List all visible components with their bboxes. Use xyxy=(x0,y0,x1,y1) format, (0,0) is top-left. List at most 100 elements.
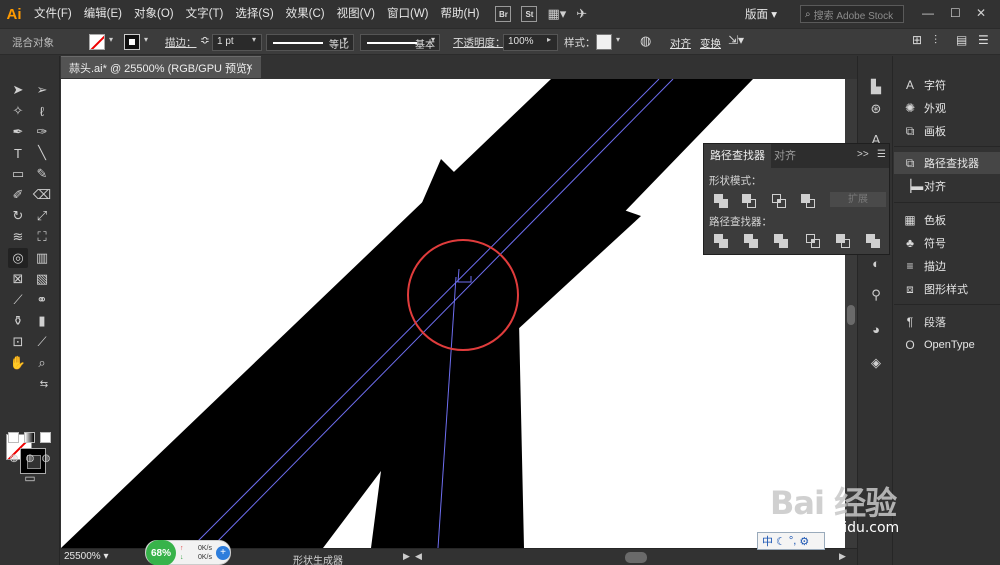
stroke-stepper-icon[interactable]: ≎ xyxy=(200,33,210,47)
layers-icon[interactable]: ◈ xyxy=(867,354,885,372)
collapse-panel-icon[interactable]: >> xyxy=(857,149,869,160)
panel-artboards[interactable]: ⧉ 画板 xyxy=(894,120,1000,142)
pen-tool-icon[interactable]: ✒ xyxy=(8,122,28,142)
expand-button[interactable]: 扩展 xyxy=(830,192,886,207)
brush-dropdown-icon[interactable]: ▾ xyxy=(431,35,435,44)
fill-swatch[interactable] xyxy=(89,34,105,50)
width-tool-icon[interactable]: ≋ xyxy=(8,227,28,247)
stroke-swatch[interactable] xyxy=(124,34,140,50)
profile-dropdown-icon[interactable]: ▾ xyxy=(343,35,347,44)
paintbrush-tool-icon[interactable]: ✎ xyxy=(32,164,52,184)
gradient-mode-icon[interactable] xyxy=(24,432,35,443)
divide-icon[interactable] xyxy=(714,234,728,248)
stroke-weight-dropdown-icon[interactable]: ▾ xyxy=(252,35,256,44)
curvature-tool-icon[interactable]: ✑ xyxy=(32,122,52,142)
menu-help[interactable]: 帮助(H) xyxy=(435,0,486,28)
free-transform-tool-icon[interactable]: ⛶ xyxy=(32,227,52,247)
menu-edit[interactable]: 编辑(E) xyxy=(78,0,128,28)
zoom-level-field[interactable]: 25500% ▾ xyxy=(64,551,109,562)
gradient-tool-icon[interactable]: ▧ xyxy=(32,269,52,289)
menu-file[interactable]: 文件(F) xyxy=(28,0,78,28)
type-tool-icon[interactable]: T xyxy=(8,143,28,163)
column-graph-tool-icon[interactable]: ▮ xyxy=(32,311,52,331)
horizontal-scroll-thumb[interactable] xyxy=(625,552,647,563)
accelerate-button[interactable]: + xyxy=(216,546,230,560)
color-mode-icon[interactable] xyxy=(8,432,19,443)
lasso-tool-icon[interactable]: ℓ xyxy=(32,101,52,121)
puppet-warp-icon[interactable]: ⚲ xyxy=(867,286,885,304)
maximize-button[interactable]: ☐ xyxy=(950,6,961,20)
transform-link[interactable]: 变换 xyxy=(700,36,721,51)
outline-icon[interactable] xyxy=(836,234,850,248)
close-window-button[interactable]: ✕ xyxy=(976,6,986,20)
arrange-icon[interactable]: ⊞ xyxy=(912,33,922,47)
draw-inside-icon[interactable]: ◍ xyxy=(36,448,56,468)
menu-object[interactable]: 对象(O) xyxy=(128,0,180,28)
style-dropdown-icon[interactable]: ▾ xyxy=(616,35,620,44)
stroke-label[interactable]: 描边： xyxy=(165,35,197,50)
menu-select[interactable]: 选择(S) xyxy=(229,0,279,28)
document-tab[interactable]: 蒜头.ai* @ 25500% (RGB/GPU 预览) × xyxy=(61,56,261,78)
color-palette-icon[interactable]: ◕ xyxy=(867,320,885,338)
zoom-tool-icon[interactable]: ⌕ xyxy=(32,353,52,373)
quick-actions-icon[interactable]: ▤ xyxy=(956,33,967,47)
color-guide-icon[interactable]: ◐ xyxy=(867,254,885,272)
panel-appearance[interactable]: ✺ 外观 xyxy=(894,97,1000,119)
eraser-tool-icon[interactable]: ⌫ xyxy=(32,185,52,205)
panel-opentype[interactable]: O OpenType xyxy=(894,334,1000,356)
panel-swatches[interactable]: ▦ 色板 xyxy=(894,209,1000,231)
slice-tool-icon[interactable]: ⟋ xyxy=(32,332,52,352)
panel-menu-icon[interactable]: ☰ xyxy=(978,33,989,47)
menu-type[interactable]: 文字(T) xyxy=(180,0,230,28)
symbol-sprayer-tool-icon[interactable]: ⚱ xyxy=(8,311,28,331)
workspace-switcher[interactable]: 版面 ▾ xyxy=(745,6,777,22)
scale-tool-icon[interactable]: ⤢ xyxy=(32,206,52,226)
hand-tool-icon[interactable]: ✋ xyxy=(8,353,28,373)
fill-dropdown-icon[interactable]: ▾ xyxy=(109,35,113,44)
gpu-performance-icon[interactable]: ✈ xyxy=(576,6,587,22)
panel-graphic-styles[interactable]: ⧈ 图形样式 xyxy=(894,278,1000,300)
line-segment-tool-icon[interactable]: ╲ xyxy=(32,143,52,163)
navigator-icon[interactable]: ⊛ xyxy=(867,100,885,118)
minimize-button[interactable]: — xyxy=(922,6,934,20)
unite-icon[interactable] xyxy=(714,194,728,208)
stock-button[interactable]: St xyxy=(521,6,538,22)
graphic-style-swatch[interactable] xyxy=(596,34,612,50)
align-link[interactable]: 对齐 xyxy=(670,36,691,51)
stroke-dropdown-icon[interactable]: ▾ xyxy=(144,35,148,44)
panel-stroke[interactable]: ≡ 描边 xyxy=(894,255,1000,277)
menu-window[interactable]: 窗口(W) xyxy=(381,0,435,28)
crop-icon[interactable] xyxy=(806,234,820,248)
moon-icon[interactable]: ☾ xyxy=(776,535,786,548)
ime-mode[interactable]: 中 xyxy=(762,533,773,549)
artboard-tool-icon[interactable]: ⊡ xyxy=(8,332,28,352)
screen-mode-icon[interactable]: ▭ xyxy=(20,468,40,488)
shaper-tool-icon[interactable]: ✐ xyxy=(8,185,28,205)
punctuation-icon[interactable]: °, xyxy=(789,535,796,547)
menu-view[interactable]: 视图(V) xyxy=(331,0,381,28)
tab-align[interactable]: 对齐 xyxy=(768,144,802,168)
isolate-icon[interactable]: ⇲▾ xyxy=(728,33,744,47)
close-tab-icon[interactable]: × xyxy=(246,60,253,74)
vertical-scroll-thumb[interactable] xyxy=(847,305,855,325)
eyedropper-tool-icon[interactable]: ⟋ xyxy=(8,290,28,310)
minus-front-icon[interactable] xyxy=(742,194,756,208)
variable-width-profile[interactable]: 等比 xyxy=(266,34,354,51)
swap-fill-stroke-icon[interactable]: ⇆ xyxy=(38,378,50,390)
magic-wand-tool-icon[interactable]: ✧ xyxy=(8,101,28,121)
shape-builder-tool-icon[interactable]: ◎ xyxy=(8,248,28,268)
merge-icon[interactable] xyxy=(774,234,788,248)
recolor-artwork-icon[interactable]: ◍ xyxy=(640,33,651,49)
direct-selection-tool-icon[interactable]: ➢ xyxy=(32,80,52,100)
rectangle-tool-icon[interactable]: ▭ xyxy=(8,164,28,184)
trim-icon[interactable] xyxy=(744,234,758,248)
menu-effect[interactable]: 效果(C) xyxy=(280,0,331,28)
properties-icon[interactable]: ▙ xyxy=(867,78,885,96)
minus-back-icon[interactable] xyxy=(866,234,880,248)
distribute-icon[interactable]: ⫶ xyxy=(934,33,937,48)
scroll-left-icon[interactable]: ◀ xyxy=(415,551,422,562)
blend-tool-icon[interactable]: ⚭ xyxy=(32,290,52,310)
settings-icon[interactable]: ⚙ xyxy=(799,535,809,548)
brush-definition[interactable]: 基本 xyxy=(360,34,440,51)
arrange-documents-icon[interactable]: ▦▾ xyxy=(547,6,566,22)
